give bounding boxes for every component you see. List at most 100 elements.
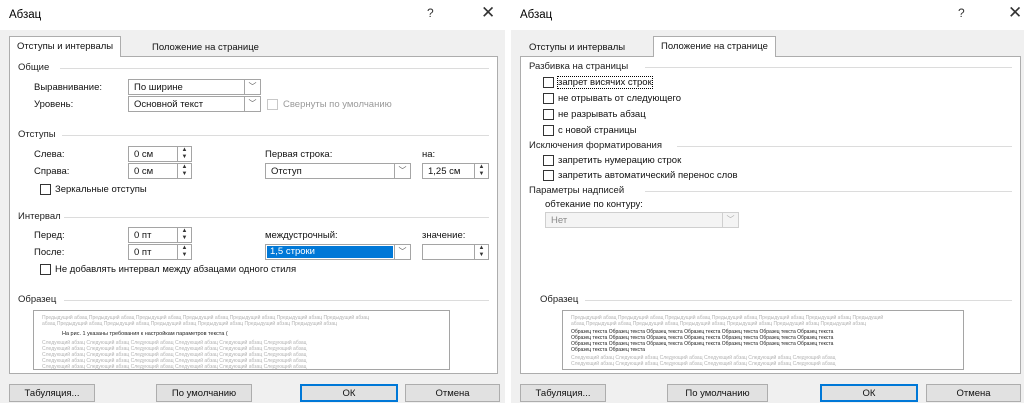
spacing-value-spinner[interactable]: ▲ ▼	[422, 244, 489, 260]
tab-strip: Отступы и интервалы Положение на страниц…	[0, 30, 505, 57]
spin-buttons[interactable]: ▲ ▼	[177, 228, 191, 242]
spin-buttons[interactable]: ▲ ▼	[474, 245, 488, 259]
help-icon[interactable]: ?	[427, 6, 434, 20]
tab-panel: Общие Выравнивание: По ширине ﹀ Уровень:…	[9, 56, 498, 374]
title-bar: Абзац ? ✕	[0, 0, 505, 30]
spin-down-icon[interactable]: ▼	[178, 235, 191, 242]
space-after-spinner[interactable]: 0 пт ▲ ▼	[128, 244, 192, 260]
spin-down-icon[interactable]: ▼	[178, 154, 191, 161]
indent-right-label: Справа:	[34, 166, 70, 177]
set-default-button[interactable]: По умолчанию	[667, 384, 768, 402]
cancel-button[interactable]: Отмена	[926, 384, 1021, 402]
tight-wrap-label: обтекание по контуру:	[545, 199, 643, 210]
spin-down-icon[interactable]: ▼	[475, 171, 488, 178]
first-line-select[interactable]: Отступ ﹀	[265, 163, 411, 179]
widow-control-label: запрет висячих строк	[557, 76, 653, 89]
widow-control-checkbox[interactable]	[543, 77, 554, 88]
tab-indents-spacing[interactable]: Отступы и интервалы	[9, 36, 122, 57]
dialog-title: Абзац	[9, 9, 42, 21]
tight-wrap-select[interactable]: Нет ﹀	[545, 212, 739, 228]
ok-button[interactable]: ОК	[300, 384, 398, 402]
spin-down-icon[interactable]: ▼	[178, 252, 191, 259]
divider	[60, 68, 489, 69]
close-icon[interactable]: ✕	[1008, 3, 1022, 23]
space-before-label: Перед:	[34, 230, 65, 241]
page-break-before-checkbox[interactable]	[543, 125, 554, 136]
indent-left-value: 0 см	[134, 149, 154, 160]
no-space-same-style-label: Не добавлять интервал между абзацами одн…	[55, 264, 297, 275]
group-indents-title: Отступы	[18, 129, 56, 140]
indent-right-value: 0 см	[134, 166, 154, 177]
keep-lines-together-checkbox[interactable]	[543, 109, 554, 120]
spin-buttons[interactable]: ▲ ▼	[474, 164, 488, 178]
preview-current-line: На рис. 1 указаны требования к настройка…	[62, 331, 228, 337]
first-line-value: Отступ	[271, 166, 302, 177]
spin-up-icon[interactable]: ▲	[178, 147, 191, 154]
preview-prev-line: абзац Предыдущий абзац Предыдущий абзац …	[571, 321, 867, 327]
chevron-down-icon: ﹀	[244, 97, 260, 111]
collapsed-label: Свернуты по умолчанию	[283, 99, 392, 110]
collapsed-checkbox[interactable]	[267, 99, 278, 110]
spin-up-icon[interactable]: ▲	[475, 245, 488, 252]
spacing-value-label: значение:	[422, 230, 466, 241]
suppress-line-numbers-checkbox[interactable]	[543, 155, 554, 166]
tabs-button[interactable]: Табуляция...	[520, 384, 606, 402]
indent-right-spinner[interactable]: 0 см ▲ ▼	[128, 163, 192, 179]
spin-down-icon[interactable]: ▼	[475, 252, 488, 259]
sample-preview: Предыдущий абзац Предыдущий абзац Предыд…	[33, 310, 450, 370]
preview-next-line: Следующий абзац Следующий абзац Следующи…	[42, 364, 307, 370]
alignment-value: По ширине	[134, 82, 183, 93]
divider	[64, 217, 489, 218]
line-spacing-label: междустрочный:	[265, 230, 338, 241]
group-textbox-title: Параметры надписей	[529, 185, 625, 196]
paragraph-dialog-indents: Абзац ? ✕ Отступы и интервалы Положение …	[0, 0, 505, 403]
spin-buttons[interactable]: ▲ ▼	[177, 147, 191, 161]
no-space-same-style-checkbox[interactable]	[40, 264, 51, 275]
indent-by-spinner[interactable]: 1,25 см ▲ ▼	[422, 163, 489, 179]
alignment-label: Выравнивание:	[34, 82, 103, 93]
group-sample-title: Образец	[540, 294, 579, 305]
set-default-button[interactable]: По умолчанию	[156, 384, 252, 402]
tab-line-page-breaks[interactable]: Положение на странице	[145, 39, 266, 56]
spin-buttons[interactable]: ▲ ▼	[177, 164, 191, 178]
spin-up-icon[interactable]: ▲	[178, 228, 191, 235]
dialog-title: Абзац	[520, 9, 553, 21]
divider	[645, 67, 1012, 68]
mirror-indents-label: Зеркальные отступы	[55, 184, 147, 195]
tab-line-page-breaks[interactable]: Положение на странице	[653, 36, 776, 57]
space-before-spinner[interactable]: 0 пт ▲ ▼	[128, 227, 192, 243]
line-spacing-select[interactable]: 1,5 строки ﹀	[265, 244, 411, 260]
tab-strip: Отступы и интервалы Положение на страниц…	[511, 30, 1024, 57]
keep-with-next-checkbox[interactable]	[543, 93, 554, 104]
spin-down-icon[interactable]: ▼	[178, 171, 191, 178]
spin-up-icon[interactable]: ▲	[178, 164, 191, 171]
preview-sample-line: Образец текста Образец текста	[571, 347, 645, 353]
line-spacing-value: 1,5 строки	[267, 246, 393, 258]
group-exceptions-title: Исключения форматирования	[529, 140, 663, 151]
suppress-line-numbers-label: запретить нумерацию строк	[558, 155, 682, 166]
mirror-indents-checkbox[interactable]	[40, 184, 51, 195]
alignment-select[interactable]: По ширине ﹀	[128, 79, 261, 95]
keep-with-next-label: не отрывать от следующего	[558, 93, 682, 104]
chevron-down-icon: ﹀	[394, 164, 410, 178]
help-icon[interactable]: ?	[958, 6, 965, 20]
group-sample-title: Образец	[18, 294, 57, 305]
ok-button[interactable]: ОК	[820, 384, 918, 402]
spin-buttons[interactable]: ▲ ▼	[177, 245, 191, 259]
space-after-label: После:	[34, 247, 65, 258]
level-select[interactable]: Основной текст ﹀	[128, 96, 261, 112]
tab-panel: Разбивка на страницы запрет висячих стро…	[520, 56, 1021, 374]
indent-left-label: Слева:	[34, 149, 65, 160]
close-icon[interactable]: ✕	[481, 3, 495, 23]
title-bar: Абзац ? ✕	[511, 0, 1024, 30]
spin-up-icon[interactable]: ▲	[178, 245, 191, 252]
tab-indents-spacing[interactable]: Отступы и интервалы	[522, 39, 632, 56]
space-after-value: 0 пт	[134, 247, 152, 258]
indent-left-spinner[interactable]: 0 см ▲ ▼	[128, 146, 192, 162]
cancel-button[interactable]: Отмена	[405, 384, 500, 402]
dont-hyphenate-checkbox[interactable]	[543, 170, 554, 181]
sample-preview: Предыдущий абзац Предыдущий абзац Предыд…	[562, 310, 964, 370]
tabs-button[interactable]: Табуляция...	[9, 384, 95, 402]
first-line-label: Первая строка:	[265, 149, 333, 160]
spin-up-icon[interactable]: ▲	[475, 164, 488, 171]
